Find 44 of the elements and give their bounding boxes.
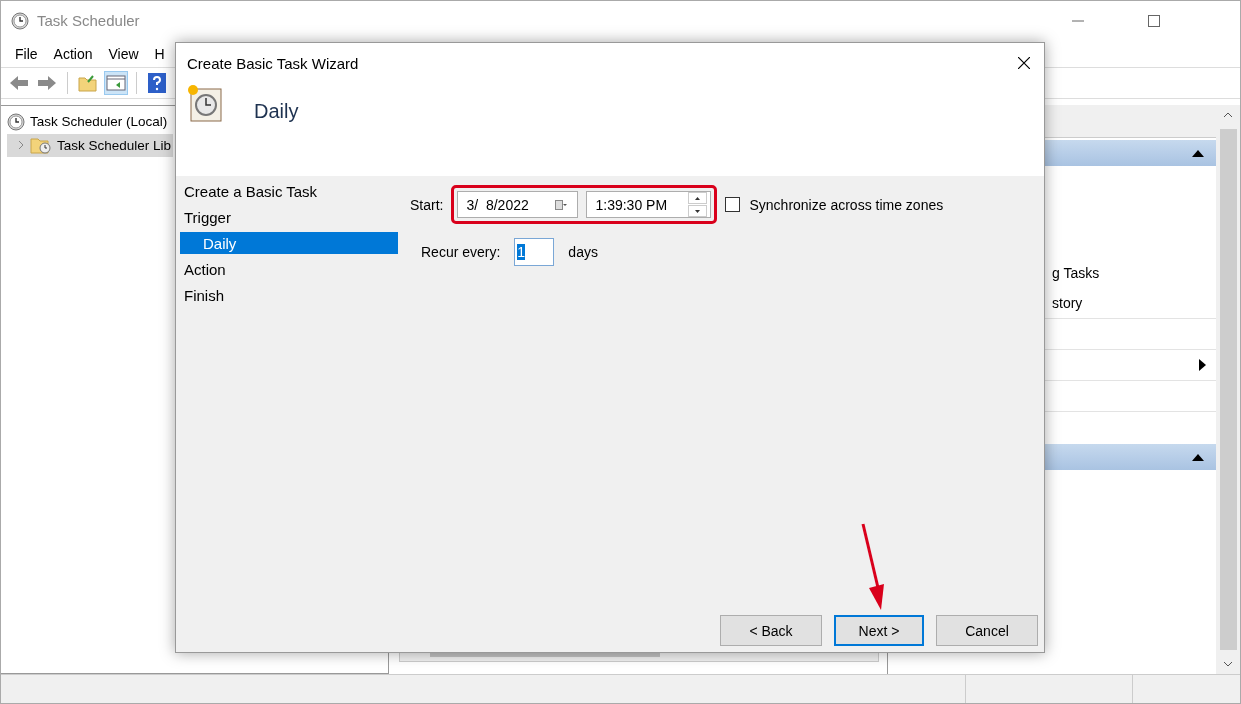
wizard-button[interactable]: < Back bbox=[720, 615, 822, 646]
time-field[interactable]: 1:39:30 PM bbox=[586, 191, 712, 218]
panel-icon[interactable] bbox=[104, 71, 128, 95]
menu-item[interactable]: View bbox=[100, 45, 147, 62]
help-icon[interactable] bbox=[145, 71, 169, 95]
scroll-up-icon[interactable] bbox=[1223, 112, 1233, 118]
collapse-icon[interactable] bbox=[1192, 453, 1204, 461]
menu-item[interactable]: File bbox=[7, 45, 46, 62]
wizard-step[interactable]: Finish bbox=[176, 282, 398, 308]
unit-label: days bbox=[568, 244, 598, 260]
page-heading: Daily bbox=[254, 100, 299, 123]
maximize-icon[interactable] bbox=[1148, 14, 1160, 27]
checkbox-label[interactable]: Synchronize across time zones bbox=[749, 196, 944, 213]
field-label: Start: bbox=[410, 196, 444, 213]
wizard-step[interactable]: Daily bbox=[180, 232, 398, 254]
menu-item[interactable]: H bbox=[146, 45, 173, 62]
recur-input[interactable]: 1 bbox=[514, 238, 555, 266]
action-item[interactable]: g Tasks bbox=[1052, 265, 1100, 281]
window-title: Task Scheduler bbox=[37, 12, 140, 29]
submenu-arrow-icon[interactable] bbox=[1199, 359, 1206, 371]
calendar-dropdown-icon[interactable] bbox=[555, 199, 568, 210]
wizard-step[interactable]: Trigger bbox=[176, 204, 398, 230]
tree-item[interactable]: Task Scheduler (Local) bbox=[7, 110, 170, 133]
clock-icon bbox=[7, 112, 25, 131]
folder-clock-icon bbox=[30, 136, 52, 154]
vertical-scrollbar[interactable] bbox=[1216, 105, 1240, 674]
action-item[interactable]: story bbox=[1052, 295, 1083, 311]
app-icon bbox=[11, 11, 29, 30]
calendar-clock-icon bbox=[186, 83, 224, 123]
spin-up-icon[interactable] bbox=[695, 196, 701, 200]
close-icon[interactable] bbox=[1018, 57, 1030, 69]
wizard-step[interactable]: Action bbox=[176, 256, 398, 282]
wizard-button[interactable]: Next > bbox=[834, 615, 924, 646]
menu-item[interactable]: Action bbox=[45, 45, 101, 62]
spin-down-icon[interactable] bbox=[695, 209, 701, 213]
collapse-icon[interactable] bbox=[1192, 149, 1204, 157]
field-label: Recur every: bbox=[421, 244, 501, 260]
wizard-step[interactable]: Create a Basic Task bbox=[176, 178, 398, 204]
tree-item[interactable]: Task Scheduler Lib bbox=[7, 133, 174, 157]
date-picker[interactable]: 3/ 8/2022 bbox=[457, 191, 579, 218]
scroll-down-icon[interactable] bbox=[1223, 661, 1233, 667]
dialog-title: Create Basic Task Wizard bbox=[187, 54, 359, 72]
checkbox[interactable] bbox=[725, 197, 741, 212]
wizard-button[interactable]: Cancel bbox=[936, 615, 1038, 646]
